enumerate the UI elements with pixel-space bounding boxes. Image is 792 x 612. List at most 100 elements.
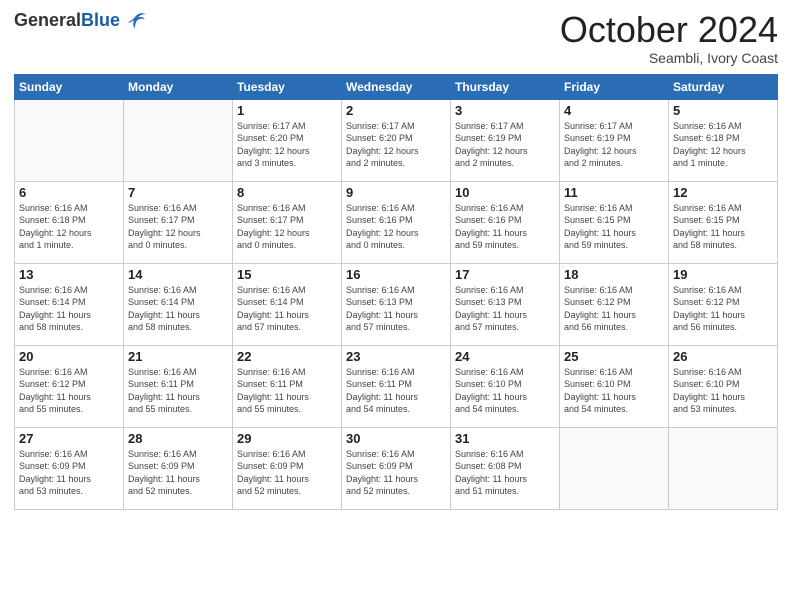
day-number: 29 bbox=[237, 431, 337, 446]
calendar-cell: 12Sunrise: 6:16 AM Sunset: 6:15 PM Dayli… bbox=[669, 181, 778, 263]
calendar-cell bbox=[124, 99, 233, 181]
week-row-2: 6Sunrise: 6:16 AM Sunset: 6:18 PM Daylig… bbox=[15, 181, 778, 263]
day-info: Sunrise: 6:16 AM Sunset: 6:11 PM Dayligh… bbox=[128, 366, 228, 416]
calendar-cell: 8 Sunrise: 6:16 AM Sunset: 6:17 PM Daylig… bbox=[233, 181, 342, 263]
calendar-cell: 22 Sunrise: 6:16 AM Sunset: 6:11 PM Dayli… bbox=[233, 345, 342, 427]
day-info: Sunrise: 6:16 AM Sunset: 6:11 PM Dayligh… bbox=[346, 366, 446, 416]
calendar-cell: 3 Sunrise: 6:17 AM Sunset: 6:19 PM Daylig… bbox=[451, 99, 560, 181]
day-info: Sunrise: 6:17 AM Sunset: 6:19 PM Dayligh… bbox=[455, 120, 555, 170]
calendar-cell: 30Sunrise: 6:16 AM Sunset: 6:09 PM Dayli… bbox=[342, 427, 451, 509]
day-number: 2 bbox=[346, 103, 446, 118]
day-info: Sunrise: 6:16 AM Sunset: 6:16 PM Dayligh… bbox=[455, 202, 555, 252]
week-row-1: 1 Sunrise: 6:17 AM Sunset: 6:20 PM Daylig… bbox=[15, 99, 778, 181]
day-info: Sunrise: 6:16 AM Sunset: 6:09 PM Dayligh… bbox=[128, 448, 228, 498]
day-number: 24 bbox=[455, 349, 555, 364]
day-number: 31 bbox=[455, 431, 555, 446]
calendar-cell: 31 Sunrise: 6:16 AM Sunset: 6:08 PM Dayli… bbox=[451, 427, 560, 509]
header: GeneralBlue October 2024 Seambli, Ivory … bbox=[14, 10, 778, 66]
logo-general-text: GeneralBlue bbox=[14, 11, 120, 31]
day-info: Sunrise: 6:16 AM Sunset: 6:18 PM Dayligh… bbox=[673, 120, 773, 170]
day-number: 22 bbox=[237, 349, 337, 364]
title-block: October 2024 Seambli, Ivory Coast bbox=[560, 10, 778, 66]
calendar-cell: 28 Sunrise: 6:16 AM Sunset: 6:09 PM Dayli… bbox=[124, 427, 233, 509]
day-number: 8 bbox=[237, 185, 337, 200]
page: GeneralBlue October 2024 Seambli, Ivory … bbox=[0, 0, 792, 612]
header-row: SundayMondayTuesdayWednesdayThursdayFrid… bbox=[15, 74, 778, 99]
calendar-cell: 5 Sunrise: 6:16 AM Sunset: 6:18 PM Daylig… bbox=[669, 99, 778, 181]
calendar-cell: 13Sunrise: 6:16 AM Sunset: 6:14 PM Dayli… bbox=[15, 263, 124, 345]
day-number: 9 bbox=[346, 185, 446, 200]
week-row-3: 13Sunrise: 6:16 AM Sunset: 6:14 PM Dayli… bbox=[15, 263, 778, 345]
day-info: Sunrise: 6:16 AM Sunset: 6:17 PM Dayligh… bbox=[237, 202, 337, 252]
day-info: Sunrise: 6:16 AM Sunset: 6:14 PM Dayligh… bbox=[128, 284, 228, 334]
day-number: 10 bbox=[455, 185, 555, 200]
day-number: 21 bbox=[128, 349, 228, 364]
calendar-cell bbox=[669, 427, 778, 509]
calendar-cell: 23 Sunrise: 6:16 AM Sunset: 6:11 PM Dayli… bbox=[342, 345, 451, 427]
day-number: 14 bbox=[128, 267, 228, 282]
day-info: Sunrise: 6:16 AM Sunset: 6:09 PM Dayligh… bbox=[346, 448, 446, 498]
day-info: Sunrise: 6:16 AM Sunset: 6:13 PM Dayligh… bbox=[346, 284, 446, 334]
day-header-sunday: Sunday bbox=[15, 74, 124, 99]
calendar-cell: 17 Sunrise: 6:16 AM Sunset: 6:13 PM Dayli… bbox=[451, 263, 560, 345]
day-number: 28 bbox=[128, 431, 228, 446]
day-header-friday: Friday bbox=[560, 74, 669, 99]
calendar-cell bbox=[560, 427, 669, 509]
day-number: 23 bbox=[346, 349, 446, 364]
day-number: 18 bbox=[564, 267, 664, 282]
day-header-monday: Monday bbox=[124, 74, 233, 99]
calendar-cell: 4 Sunrise: 6:17 AM Sunset: 6:19 PM Daylig… bbox=[560, 99, 669, 181]
calendar-cell: 16 Sunrise: 6:16 AM Sunset: 6:13 PM Dayli… bbox=[342, 263, 451, 345]
day-number: 19 bbox=[673, 267, 773, 282]
calendar-cell: 26 Sunrise: 6:16 AM Sunset: 6:10 PM Dayli… bbox=[669, 345, 778, 427]
calendar-cell: 6Sunrise: 6:16 AM Sunset: 6:18 PM Daylig… bbox=[15, 181, 124, 263]
day-info: Sunrise: 6:16 AM Sunset: 6:12 PM Dayligh… bbox=[673, 284, 773, 334]
day-number: 15 bbox=[237, 267, 337, 282]
calendar-body: 1 Sunrise: 6:17 AM Sunset: 6:20 PM Daylig… bbox=[15, 99, 778, 509]
calendar-cell: 20Sunrise: 6:16 AM Sunset: 6:12 PM Dayli… bbox=[15, 345, 124, 427]
calendar-cell: 24 Sunrise: 6:16 AM Sunset: 6:10 PM Dayli… bbox=[451, 345, 560, 427]
location: Seambli, Ivory Coast bbox=[560, 50, 778, 66]
day-number: 16 bbox=[346, 267, 446, 282]
calendar-cell: 1 Sunrise: 6:17 AM Sunset: 6:20 PM Daylig… bbox=[233, 99, 342, 181]
day-number: 25 bbox=[564, 349, 664, 364]
calendar-cell: 14 Sunrise: 6:16 AM Sunset: 6:14 PM Dayli… bbox=[124, 263, 233, 345]
day-info: Sunrise: 6:17 AM Sunset: 6:19 PM Dayligh… bbox=[564, 120, 664, 170]
day-info: Sunrise: 6:16 AM Sunset: 6:17 PM Dayligh… bbox=[128, 202, 228, 252]
day-info: Sunrise: 6:16 AM Sunset: 6:10 PM Dayligh… bbox=[455, 366, 555, 416]
logo-bird-icon bbox=[125, 10, 147, 32]
day-number: 17 bbox=[455, 267, 555, 282]
day-header-saturday: Saturday bbox=[669, 74, 778, 99]
day-info: Sunrise: 6:16 AM Sunset: 6:08 PM Dayligh… bbox=[455, 448, 555, 498]
calendar-header: SundayMondayTuesdayWednesdayThursdayFrid… bbox=[15, 74, 778, 99]
day-info: Sunrise: 6:16 AM Sunset: 6:14 PM Dayligh… bbox=[19, 284, 119, 334]
calendar-cell: 21 Sunrise: 6:16 AM Sunset: 6:11 PM Dayli… bbox=[124, 345, 233, 427]
day-number: 27 bbox=[19, 431, 119, 446]
logo: GeneralBlue bbox=[14, 10, 147, 32]
day-number: 1 bbox=[237, 103, 337, 118]
calendar-cell: 10 Sunrise: 6:16 AM Sunset: 6:16 PM Dayli… bbox=[451, 181, 560, 263]
day-info: Sunrise: 6:16 AM Sunset: 6:14 PM Dayligh… bbox=[237, 284, 337, 334]
calendar-cell: 19 Sunrise: 6:16 AM Sunset: 6:12 PM Dayli… bbox=[669, 263, 778, 345]
day-info: Sunrise: 6:16 AM Sunset: 6:15 PM Dayligh… bbox=[564, 202, 664, 252]
month-title: October 2024 bbox=[560, 10, 778, 50]
day-info: Sunrise: 6:16 AM Sunset: 6:18 PM Dayligh… bbox=[19, 202, 119, 252]
day-info: Sunrise: 6:16 AM Sunset: 6:10 PM Dayligh… bbox=[673, 366, 773, 416]
day-number: 4 bbox=[564, 103, 664, 118]
day-number: 26 bbox=[673, 349, 773, 364]
day-info: Sunrise: 6:16 AM Sunset: 6:10 PM Dayligh… bbox=[564, 366, 664, 416]
calendar-cell: 18Sunrise: 6:16 AM Sunset: 6:12 PM Dayli… bbox=[560, 263, 669, 345]
day-info: Sunrise: 6:16 AM Sunset: 6:11 PM Dayligh… bbox=[237, 366, 337, 416]
day-info: Sunrise: 6:16 AM Sunset: 6:13 PM Dayligh… bbox=[455, 284, 555, 334]
day-info: Sunrise: 6:17 AM Sunset: 6:20 PM Dayligh… bbox=[237, 120, 337, 170]
day-number: 3 bbox=[455, 103, 555, 118]
week-row-4: 20Sunrise: 6:16 AM Sunset: 6:12 PM Dayli… bbox=[15, 345, 778, 427]
calendar-cell: 27Sunrise: 6:16 AM Sunset: 6:09 PM Dayli… bbox=[15, 427, 124, 509]
calendar-cell: 15 Sunrise: 6:16 AM Sunset: 6:14 PM Dayli… bbox=[233, 263, 342, 345]
calendar-cell: 29Sunrise: 6:16 AM Sunset: 6:09 PM Dayli… bbox=[233, 427, 342, 509]
day-number: 5 bbox=[673, 103, 773, 118]
day-info: Sunrise: 6:16 AM Sunset: 6:15 PM Dayligh… bbox=[673, 202, 773, 252]
day-info: Sunrise: 6:16 AM Sunset: 6:12 PM Dayligh… bbox=[19, 366, 119, 416]
day-header-wednesday: Wednesday bbox=[342, 74, 451, 99]
calendar-table: SundayMondayTuesdayWednesdayThursdayFrid… bbox=[14, 74, 778, 510]
